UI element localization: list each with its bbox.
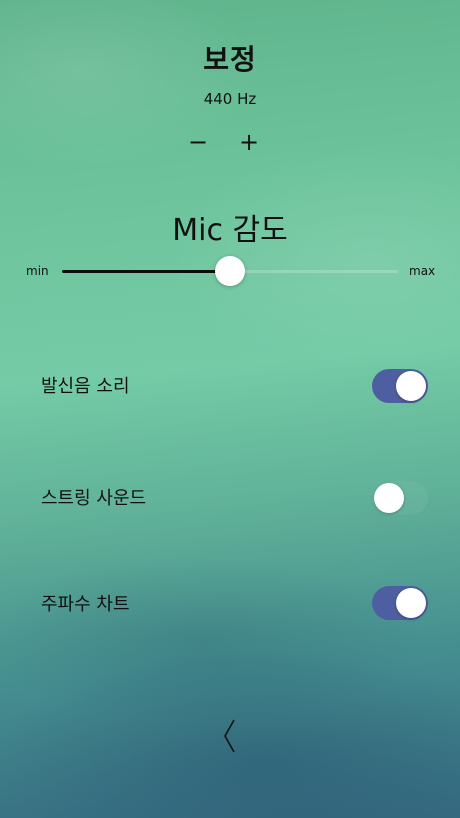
toggle-knob <box>396 588 426 618</box>
slider-fill <box>62 270 230 273</box>
setting-label-string-sound: 스트링 사운드 <box>41 488 147 509</box>
slider-max-label: max <box>409 264 436 278</box>
setting-label-tone-sound: 발신음 소리 <box>41 376 130 397</box>
toggle-knob <box>396 371 426 401</box>
page-title: 보정 <box>203 43 257 76</box>
toggle-knob <box>374 483 404 513</box>
increase-frequency-button[interactable]: + <box>231 126 267 158</box>
slider-thumb[interactable] <box>215 256 245 286</box>
string-sound-toggle[interactable] <box>372 481 428 515</box>
setting-label-frequency-chart: 주파수 차트 <box>41 594 130 615</box>
background-texture <box>0 0 460 818</box>
frequency-value: 440 Hz <box>203 90 257 108</box>
frequency-chart-toggle[interactable] <box>372 586 428 620</box>
slider-min-label: min <box>26 264 49 278</box>
decrease-frequency-button[interactable]: − <box>180 126 216 158</box>
mic-sensitivity-slider[interactable] <box>62 256 398 286</box>
tone-sound-toggle[interactable] <box>372 369 428 403</box>
mic-sensitivity-title: Mic 감도 <box>172 213 288 248</box>
chevron-left-icon[interactable] <box>218 716 242 756</box>
